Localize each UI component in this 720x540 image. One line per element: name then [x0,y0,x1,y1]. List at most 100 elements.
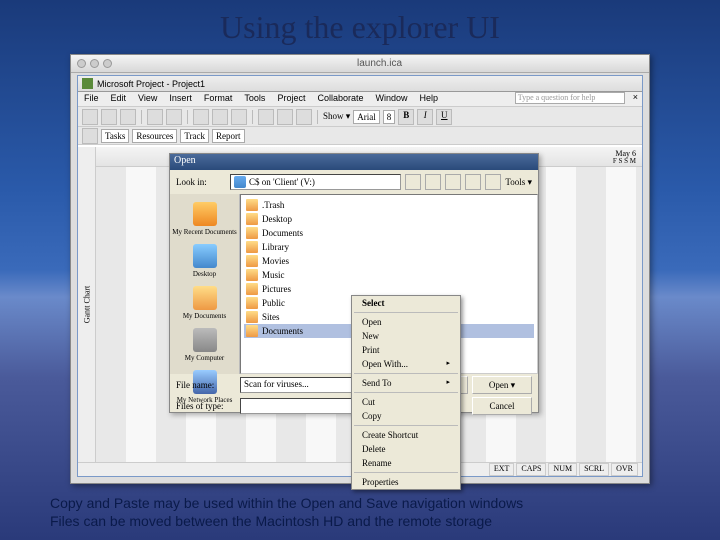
menu-item-properties[interactable]: Properties [352,475,460,489]
show-dropdown[interactable]: Show ▾ [323,111,350,122]
place-my-recent-documents[interactable]: My Recent Documents [170,198,239,240]
menu-help[interactable]: Help [414,92,445,106]
minimize-icon[interactable] [90,59,99,68]
drive-icon [234,176,246,188]
menu-collaborate[interactable]: Collaborate [311,92,369,106]
open-action-button[interactable]: Open ▾ [472,376,532,394]
gantt-bar-label: Gantt Chart [78,147,96,462]
file-name: Documents [262,326,303,336]
place-desktop[interactable]: Desktop [170,240,239,282]
font-select[interactable]: Arial [353,110,380,124]
folder-icon [193,286,217,310]
menu-format[interactable]: Format [198,92,239,106]
file-name: Public [262,298,285,308]
file-name: Pictures [262,284,291,294]
unlink-button[interactable] [296,109,312,125]
new-folder-button[interactable] [465,174,481,190]
folder-icon [193,244,217,268]
menubar: File Edit View Insert Format Tools Proje… [78,92,642,107]
place-my-computer[interactable]: My Computer [170,324,239,366]
file-item[interactable]: Desktop [244,212,534,226]
file-item[interactable]: Documents [244,226,534,240]
menu-item-rename[interactable]: Rename [352,456,460,470]
menu-window[interactable]: Window [369,92,413,106]
menu-item-new[interactable]: New [352,329,460,343]
file-item[interactable]: Library [244,240,534,254]
file-item[interactable]: Movies [244,254,534,268]
guide-icon[interactable] [82,128,98,144]
copy-button[interactable] [212,109,228,125]
caption-line-1: Copy and Paste may be used within the Op… [50,494,670,512]
new-button[interactable] [82,109,98,125]
place-label: My Recent Documents [172,228,237,236]
tools-menu[interactable]: Tools ▾ [505,177,532,188]
status-ext: EXT [489,463,515,476]
file-item[interactable]: Pictures [244,282,534,296]
open-dialog-title: Open [170,154,538,170]
app-titlebar: Microsoft Project - Project1 [78,76,642,92]
tasks-button[interactable]: Tasks [101,129,129,143]
menu-insert[interactable]: Insert [163,92,198,106]
slide-title: Using the explorer UI [0,0,720,50]
save-button[interactable] [120,109,136,125]
close-button[interactable]: × [629,92,642,106]
link-button[interactable] [277,109,293,125]
status-num: NUM [548,463,577,476]
size-select[interactable]: 8 [383,110,396,124]
place-my-documents[interactable]: My Documents [170,282,239,324]
track-button[interactable]: Track [180,129,209,143]
menu-project[interactable]: Project [271,92,311,106]
folder-icon [246,311,258,323]
resources-button[interactable]: Resources [132,129,177,143]
file-name: Documents [262,228,303,238]
italic-button[interactable]: I [417,109,433,125]
status-scrl: SCRL [579,463,609,476]
print-button[interactable] [147,109,163,125]
preview-button[interactable] [166,109,182,125]
views-button[interactable] [485,174,501,190]
file-item[interactable]: .Trash [244,198,534,212]
paste-button[interactable] [231,109,247,125]
folder-icon [246,227,258,239]
close-icon[interactable] [77,59,86,68]
folder-icon [246,255,258,267]
place-label: Desktop [193,270,216,278]
app-icon [82,78,93,89]
report-button[interactable]: Report [212,129,245,143]
menu-item-send-to[interactable]: Send To [352,376,460,390]
folder-icon [246,283,258,295]
back-button[interactable] [405,174,421,190]
menu-item-delete[interactable]: Delete [352,442,460,456]
open-button[interactable] [101,109,117,125]
context-menu: Select OpenNewPrintOpen With... Send To Cut… [351,295,461,490]
cut-button[interactable] [193,109,209,125]
file-item[interactable]: Music [244,268,534,282]
menu-item-select[interactable]: Select [352,296,460,310]
menu-edit[interactable]: Edit [105,92,133,106]
menu-file[interactable]: File [78,92,105,106]
undo-button[interactable] [258,109,274,125]
folder-icon [246,241,258,253]
zoom-icon[interactable] [103,59,112,68]
timescale-days: F S S M [613,157,636,165]
mac-titlebar: launch.ica [71,55,649,73]
menu-item-create-shortcut[interactable]: Create Shortcut [352,428,460,442]
menu-tools[interactable]: Tools [238,92,271,106]
menu-item-print[interactable]: Print [352,343,460,357]
menu-item-open-with-[interactable]: Open With... [352,357,460,371]
cancel-button[interactable]: Cancel [472,397,532,415]
menu-view[interactable]: View [132,92,163,106]
look-in-select[interactable]: C$ on 'Client' (V:) [230,174,401,190]
menu-item-open[interactable]: Open [352,315,460,329]
look-in-value: C$ on 'Client' (V:) [249,177,315,187]
menu-item-cut[interactable]: Cut [352,395,460,409]
menu-item-copy[interactable]: Copy [352,409,460,423]
bold-button[interactable]: B [398,109,414,125]
delete-button[interactable] [445,174,461,190]
status-caps: CAPS [516,463,546,476]
help-search-input[interactable]: Type a question for help [515,92,625,104]
toolbar-standard: Show ▾ Arial 8 B I U [78,107,642,127]
up-button[interactable] [425,174,441,190]
underline-button[interactable]: U [436,109,452,125]
look-in-label: Look in: [176,177,226,187]
